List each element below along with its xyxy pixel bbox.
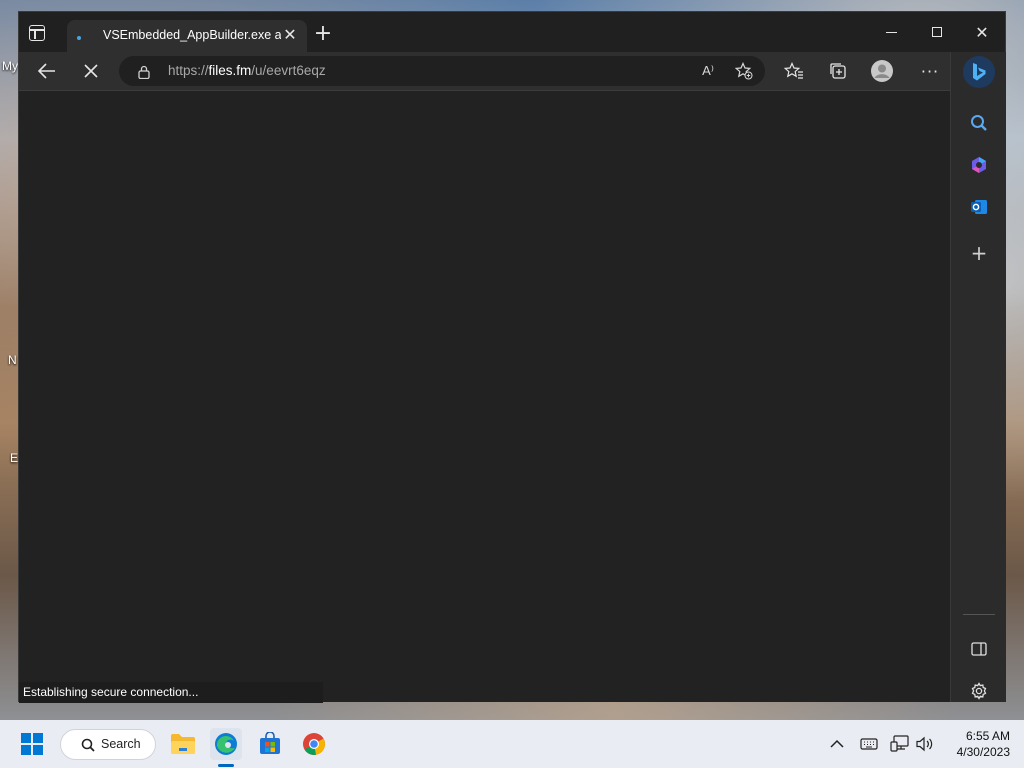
add-sidebar-app-icon[interactable]: + (967, 241, 991, 265)
system-clock[interactable]: 6:55 AM 4/30/2023 (944, 728, 1010, 760)
address-bar[interactable]: https://files.fm/u/eevrt6eqz A⁾ (119, 56, 765, 86)
clock-time: 6:55 AM (965, 729, 1010, 743)
taskbar: Search 6:55 AM 4/30/2023 (0, 720, 1024, 768)
tab-actions-icon[interactable] (29, 25, 45, 41)
split-screen-icon[interactable] (967, 637, 991, 661)
copilot-icon[interactable] (967, 153, 991, 177)
collections-icon[interactable] (827, 60, 849, 82)
stop-loading-icon[interactable] (77, 58, 105, 84)
profile-avatar-icon[interactable] (871, 60, 893, 82)
search-icon[interactable] (967, 111, 991, 135)
search-magnifier-icon (81, 738, 95, 752)
url-scheme: https:// (168, 63, 209, 78)
desktop-icon-label-my[interactable]: My (2, 59, 18, 73)
keyboard-icon[interactable] (860, 734, 878, 754)
search-label: Search (101, 737, 141, 751)
clock-date: 4/30/2023 (956, 745, 1010, 759)
desktop-icon-label-n[interactable]: N (8, 353, 17, 367)
microsoft-store-icon[interactable] (254, 728, 286, 760)
maximize-button[interactable] (917, 20, 957, 44)
bing-chat-button[interactable] (963, 56, 995, 88)
loading-spinner-icon (77, 36, 81, 40)
status-bar: Establishing secure connection... (19, 682, 323, 703)
read-aloud-icon[interactable]: A⁾ (699, 62, 717, 80)
add-favorite-icon[interactable] (735, 62, 753, 80)
url-text[interactable]: https://files.fm/u/eevrt6eqz (168, 63, 326, 78)
volume-icon[interactable] (915, 734, 935, 754)
favorites-icon[interactable] (783, 60, 805, 82)
navigation-toolbar: https://files.fm/u/eevrt6eqz A⁾ ··· (19, 52, 1005, 90)
more-options-icon[interactable]: ··· (919, 60, 941, 82)
close-window-button[interactable]: ✕ (962, 20, 1002, 44)
taskbar-search-button[interactable]: Search (60, 729, 156, 760)
tab-close-icon[interactable]: ✕ (281, 26, 299, 44)
network-icon[interactable] (890, 734, 910, 754)
edge-active-indicator (218, 764, 234, 767)
url-host: files.fm (208, 63, 252, 78)
new-tab-icon[interactable]: + (313, 23, 333, 45)
tab-title: VSEmbedded_AppBuilder.exe and (103, 28, 281, 42)
edge-sidebar: + (950, 52, 1006, 702)
tab-active[interactable]: VSEmbedded_AppBuilder.exe and ✕ (67, 20, 307, 54)
browser-window: VSEmbedded_AppBuilder.exe and ✕ + ✕ http… (18, 11, 1006, 703)
lock-icon[interactable] (137, 64, 151, 80)
file-explorer-icon[interactable] (167, 728, 199, 760)
desktop-icon-label-e[interactable]: E (10, 451, 18, 465)
url-path: /u/eevrt6eqz (251, 63, 326, 78)
settings-gear-icon[interactable] (967, 679, 991, 703)
sidebar-divider (963, 614, 995, 615)
chrome-icon[interactable] (298, 728, 330, 760)
page-content[interactable]: Establishing secure connection... (19, 90, 950, 703)
edge-taskbar-icon[interactable] (210, 728, 242, 760)
tab-strip: VSEmbedded_AppBuilder.exe and ✕ + ✕ (19, 12, 1005, 54)
chevron-up-icon[interactable] (830, 734, 844, 754)
back-arrow-icon[interactable] (33, 58, 61, 84)
minimize-button[interactable] (871, 20, 911, 44)
outlook-icon[interactable] (967, 195, 991, 219)
windows-start-icon[interactable] (21, 733, 43, 755)
